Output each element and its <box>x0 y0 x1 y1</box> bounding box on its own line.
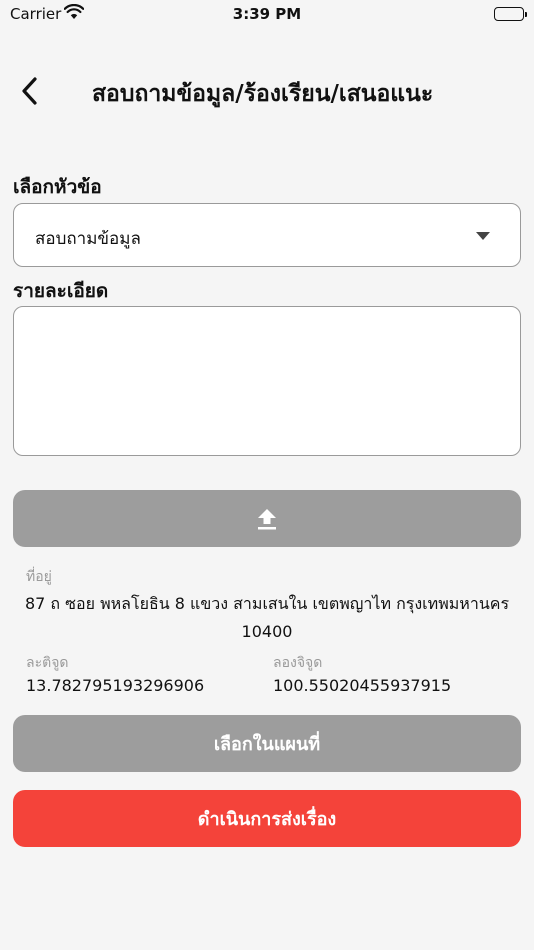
detail-textarea[interactable] <box>13 306 521 456</box>
submit-button[interactable]: ดำเนินการส่งเรื่อง <box>13 790 521 847</box>
battery-icon <box>494 7 527 21</box>
detail-label: รายละเอียด <box>13 280 109 302</box>
longitude-value: 100.55020455937915 <box>273 676 452 695</box>
upload-button[interactable] <box>13 490 521 547</box>
address-line-1: 87 ถ ซอย พหลโยธิน 8 แขวง สามเสนใน เขตพญา… <box>24 594 510 613</box>
address-label: ที่อยู่ <box>26 569 52 585</box>
upload-icon <box>258 508 276 529</box>
address-value: 87 ถ ซอย พหลโยธิน 8 แขวง สามเสนใน เขตพญา… <box>0 590 534 646</box>
page-title: สอบถามข้อมูล/ร้องเรียน/เสนอแนะ <box>92 81 434 107</box>
back-button[interactable] <box>16 74 46 108</box>
clock: 3:39 PM <box>232 5 302 23</box>
latitude-label: ละติจูด <box>26 655 69 671</box>
address-line-2: 10400 <box>241 622 293 641</box>
choose-on-map-button[interactable]: เลือกในแผนที่ <box>13 715 521 772</box>
chevron-left-icon <box>22 77 37 105</box>
latitude-value: 13.782795193296906 <box>26 676 205 695</box>
status-bar: Carrier 3:39 PM <box>0 0 534 30</box>
topic-select[interactable]: สอบถามข้อมูล <box>13 203 521 267</box>
caret-down-icon <box>476 232 490 240</box>
topic-label: เลือกหัวข้อ <box>13 176 102 198</box>
topic-select-value: สอบถามข้อมูล <box>35 229 141 249</box>
navigation-bar: สอบถามข้อมูล/ร้องเรียน/เสนอแนะ <box>0 72 534 112</box>
longitude-label: ลองจิจูด <box>273 655 323 671</box>
